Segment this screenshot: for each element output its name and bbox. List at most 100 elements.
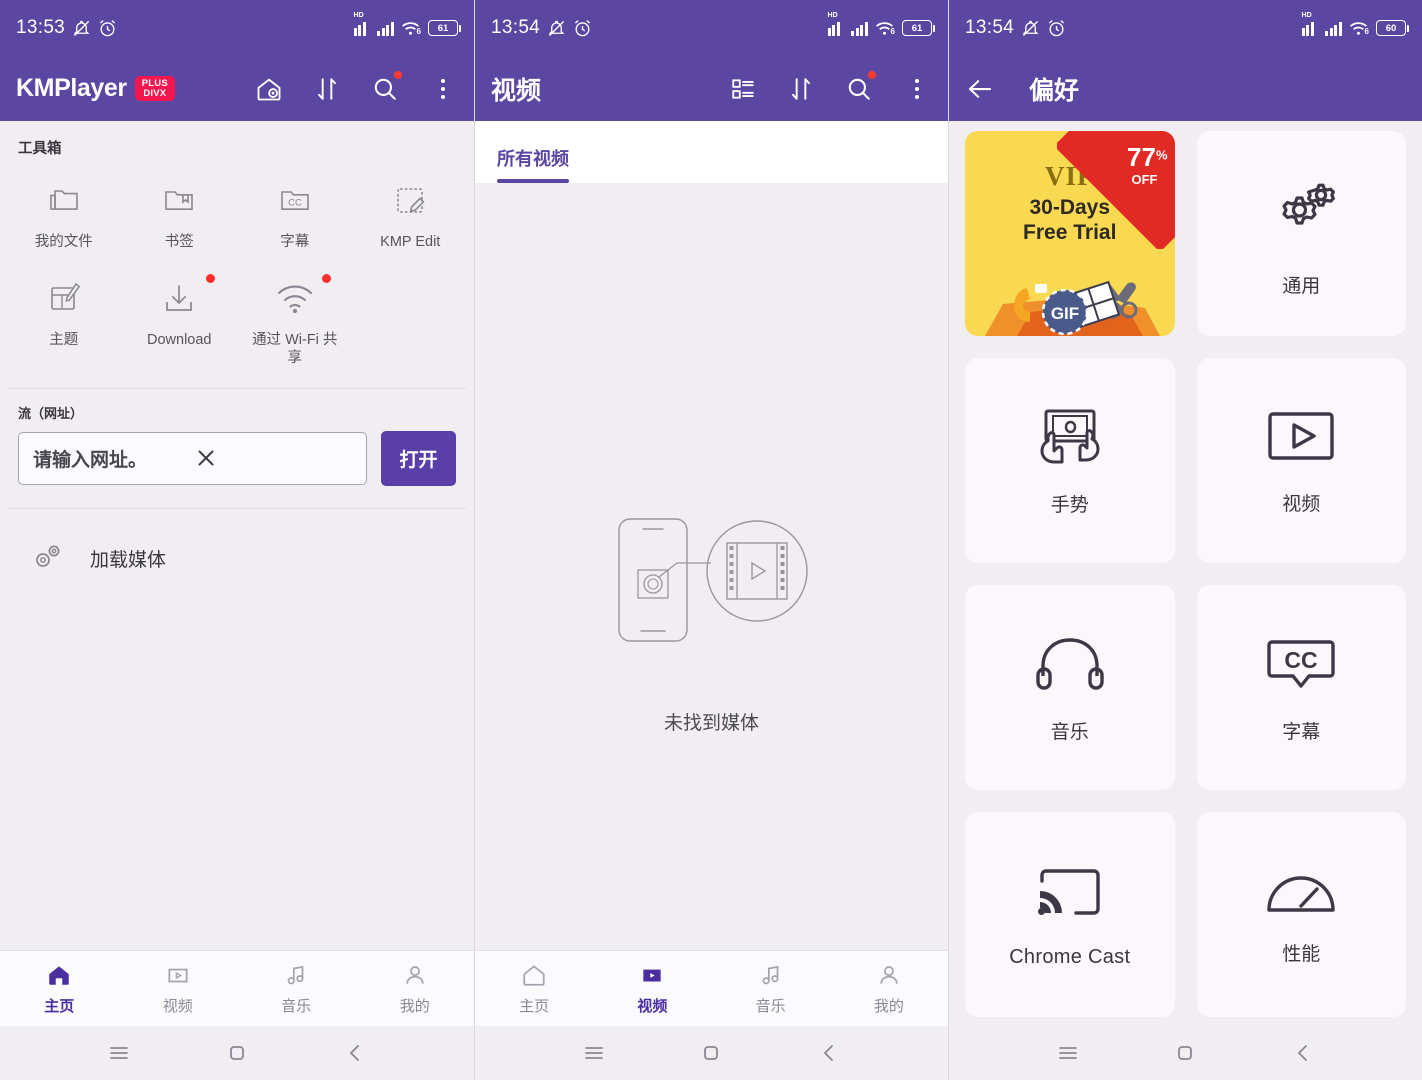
sort-button[interactable] (786, 74, 816, 104)
tool-label: 通过 Wi-Fi 共享 (252, 331, 338, 367)
system-nav-3 (949, 1026, 1422, 1080)
pref-tile-subtitle[interactable]: CC 字幕 (1196, 585, 1406, 790)
clear-icon[interactable] (193, 445, 353, 471)
bottom-nav-label: 主页 (519, 997, 550, 1015)
bookmark-folder-icon (157, 178, 201, 222)
page-title: 视频 (491, 76, 542, 105)
gesture-hand-icon (1030, 405, 1110, 472)
chevron-left-icon[interactable] (335, 1033, 375, 1073)
system-nav-2 (475, 1026, 948, 1080)
status-left-1: 13:53 (16, 17, 117, 39)
home-icon (46, 962, 72, 988)
status-right-1: HD 6 61 (353, 12, 461, 36)
speedometer-icon (1264, 864, 1338, 921)
discount-ribbon: 77% OFF (1057, 131, 1175, 249)
tool-my-files[interactable]: 我的文件 (6, 166, 122, 258)
stream-url-input[interactable]: 请输入网址。 (18, 431, 367, 485)
alarm-clock-icon (1048, 19, 1065, 36)
chevron-left-icon[interactable] (1283, 1033, 1323, 1073)
pref-tile-performance[interactable]: 性能 (1196, 812, 1406, 1017)
home-settings-button[interactable] (254, 74, 284, 104)
status-left-2: 13:54 (491, 17, 592, 39)
pref-tile-gesture[interactable]: 手势 (965, 358, 1175, 563)
menu-icon[interactable] (1048, 1033, 1088, 1073)
list-view-icon (732, 78, 754, 99)
pref-tile-video[interactable]: 视频 (1196, 358, 1406, 563)
square-home-icon[interactable] (1165, 1033, 1205, 1073)
open-button[interactable]: 打开 (381, 430, 456, 486)
load-media-row[interactable]: 加载媒体 (0, 509, 474, 608)
tool-bookmarks[interactable]: 书签 (122, 166, 238, 258)
tab-all-videos[interactable]: 所有视频 (497, 145, 569, 183)
toolbox-empty-slot (353, 264, 469, 374)
pref-tile-music[interactable]: 音乐 (965, 585, 1175, 790)
app-bar-actions-1 (254, 70, 458, 104)
bottom-nav-mine[interactable]: 我的 (830, 962, 948, 1016)
battery-level: 61 (911, 22, 923, 34)
stream-row: 请输入网址。 打开 (18, 430, 456, 486)
tool-download[interactable]: Download (122, 264, 238, 374)
tool-wifi-share[interactable]: 通过 Wi-Fi 共享 (237, 264, 353, 374)
overflow-menu-button[interactable] (902, 74, 932, 104)
bottom-nav-home[interactable]: 主页 (475, 962, 593, 1016)
mute-bell-icon (548, 20, 565, 36)
home-gear-icon (257, 77, 281, 100)
signal-hd-icon: HD (353, 12, 371, 36)
back-button[interactable] (965, 74, 995, 104)
tool-subtitles[interactable]: CC 字幕 (237, 166, 353, 258)
pref-tile-chrome-cast[interactable]: Chrome Cast (965, 812, 1175, 1017)
status-left-3: 13:54 (965, 17, 1066, 39)
bottom-nav-video[interactable]: 视频 (119, 962, 238, 1016)
search-button[interactable] (844, 70, 876, 104)
square-home-icon[interactable] (217, 1033, 257, 1073)
status-bar-2: 13:54 HD 6 61 (475, 0, 948, 56)
wifi-icon: 6 (1349, 21, 1369, 36)
menu-icon[interactable] (574, 1033, 614, 1073)
page-title: 偏好 (1029, 76, 1080, 105)
wifi-share-notification-dot (321, 273, 331, 283)
toolbox-title: 工具箱 (18, 141, 62, 157)
hd-label: HD (1301, 12, 1312, 19)
music-icon (758, 962, 784, 988)
search-notification-dot (394, 70, 402, 79)
square-home-icon[interactable] (691, 1033, 731, 1073)
tool-label: 字幕 (280, 234, 310, 250)
hd-label: HD (353, 12, 364, 19)
svg-text:CC: CC (1285, 647, 1318, 673)
kebab-icon (441, 78, 445, 99)
chevron-left-icon[interactable] (809, 1033, 849, 1073)
bottom-nav-music[interactable]: 音乐 (237, 962, 356, 1016)
menu-icon[interactable] (99, 1033, 139, 1073)
music-icon (283, 962, 309, 988)
sort-button[interactable] (312, 74, 342, 104)
bottom-nav-music[interactable]: 音乐 (712, 962, 830, 1016)
battery-icon: 61 (428, 20, 461, 36)
battery-icon: 61 (902, 20, 935, 36)
plus-divx-badge: PLUS DIVX (134, 76, 175, 101)
discount-number: 77 (1127, 142, 1156, 172)
sort-arrows-icon (318, 77, 336, 100)
view-mode-button[interactable] (728, 74, 758, 104)
bottom-nav-label: 音乐 (281, 997, 312, 1015)
toolbox-grid: 我的文件 书签 CC 字幕 KMP Edit 主题 Download 通过 Wi… (0, 162, 474, 388)
search-button[interactable] (370, 70, 402, 104)
bottom-nav-home[interactable]: 主页 (0, 962, 119, 1016)
signal-hd-icon: HD (827, 12, 845, 36)
discount-text: 77% OFF (1127, 144, 1167, 186)
vip-artwork-icon: GIF (985, 280, 1160, 336)
pref-tile-general[interactable]: 通用 (1196, 131, 1406, 336)
tool-theme[interactable]: 主题 (6, 264, 122, 374)
tool-label: 书签 (164, 234, 194, 250)
bottom-nav-mine[interactable]: 我的 (356, 962, 475, 1016)
tool-kmp-edit[interactable]: KMP Edit (353, 166, 469, 258)
overflow-menu-button[interactable] (428, 74, 458, 104)
status-time: 13:53 (16, 17, 66, 38)
stream-section: 流（网址） 请输入网址。 打开 (0, 389, 474, 486)
bottom-nav-1: 主页 视频 音乐 我的 (0, 950, 474, 1026)
tab-label: 所有视频 (497, 149, 569, 169)
wifi-generation: 6 (416, 27, 421, 36)
vip-promo-banner[interactable]: ♛ VIP 30-Days Free Trial GIF 77% OFF (965, 131, 1175, 336)
bottom-nav-video[interactable]: 视频 (593, 962, 711, 1016)
system-nav-1 (0, 1026, 474, 1080)
app-bar-actions-2 (728, 70, 932, 104)
